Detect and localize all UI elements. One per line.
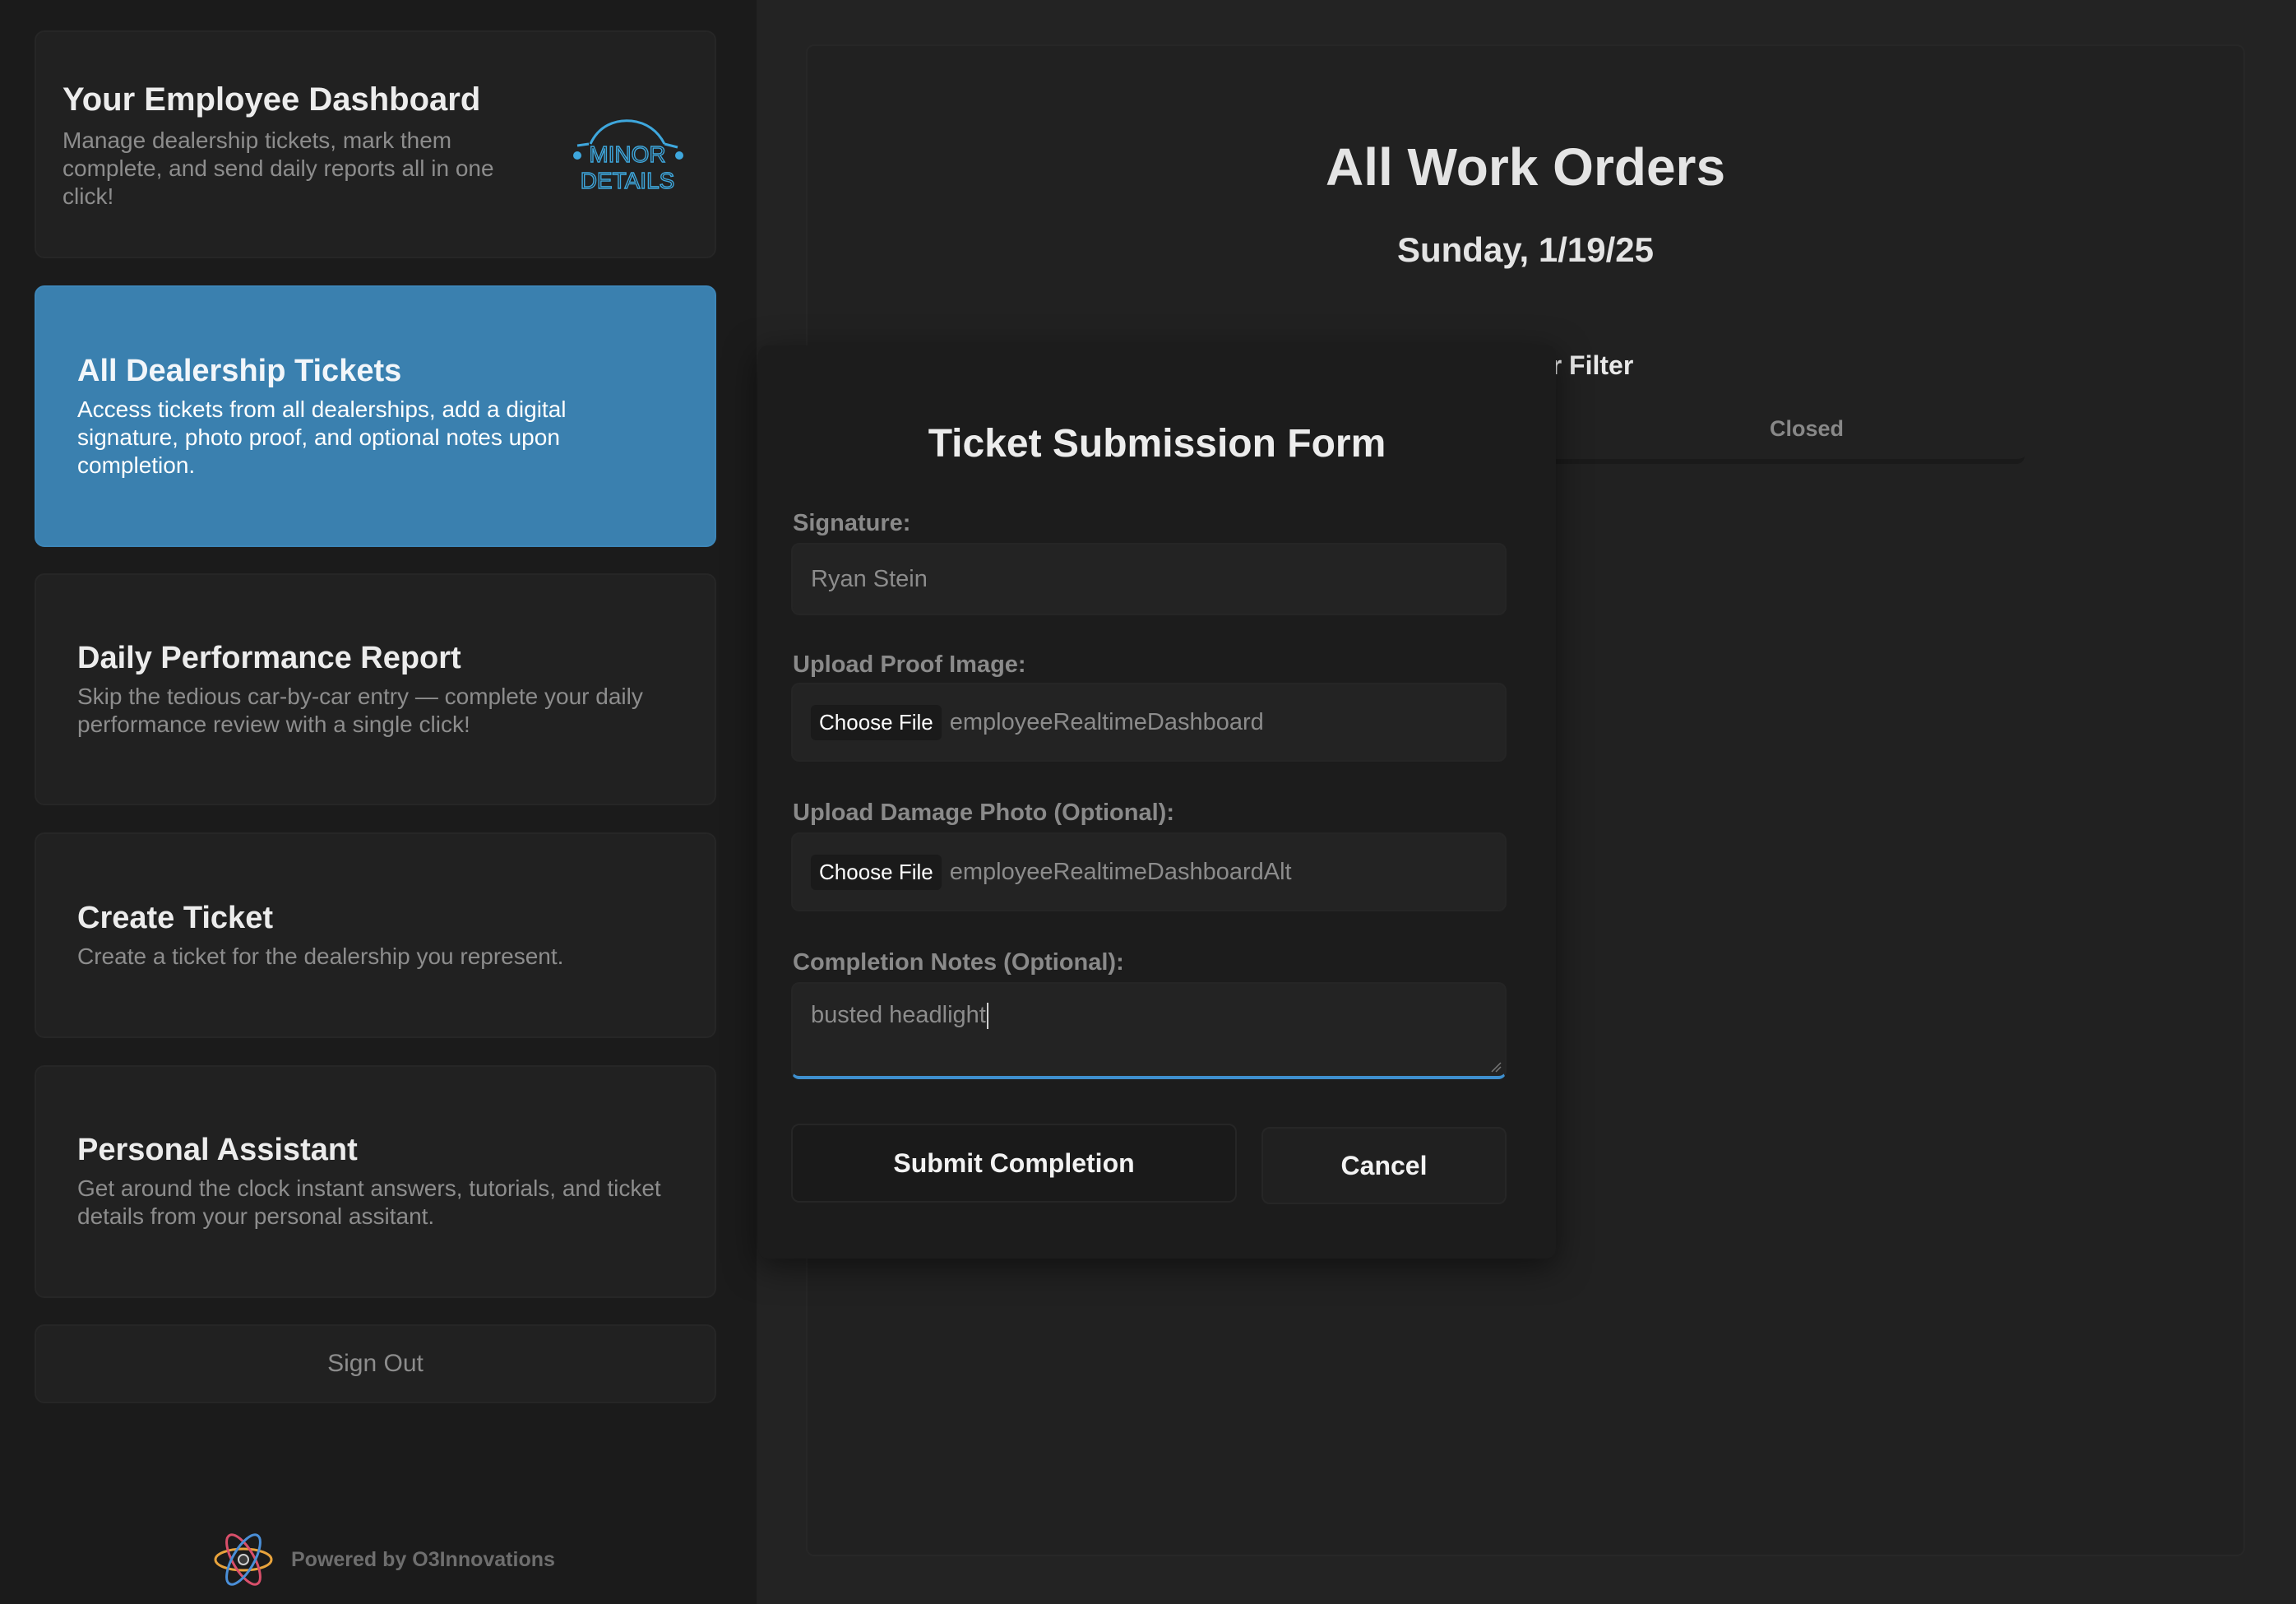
- proof-image-input[interactable]: Choose File employeeRealtimeDashboard: [791, 683, 1507, 762]
- nav-title: Personal Assistant: [77, 1133, 358, 1167]
- completion-notes-textarea[interactable]: busted headlight: [791, 982, 1507, 1079]
- completion-notes-value: busted headlight: [811, 1002, 988, 1030]
- powered-by-text: Powered by O3Innovations: [291, 1547, 555, 1571]
- completion-notes-label: Completion Notes (Optional):: [793, 949, 1124, 976]
- choose-file-button[interactable]: Choose File: [811, 854, 942, 890]
- modal-title: Ticket Submission Form: [928, 422, 1386, 466]
- choose-file-button[interactable]: Choose File: [811, 704, 942, 740]
- nav-description: Get around the clock instant answers, tu…: [77, 1175, 661, 1229]
- logo-line2: DETAILS: [581, 168, 675, 193]
- page-title: All Work Orders: [1325, 137, 1726, 197]
- nav-title: Daily Performance Report: [77, 640, 461, 675]
- nav-title: All Dealership Tickets: [77, 353, 402, 388]
- nav-daily-performance-report[interactable]: Daily Performance Report Skip the tediou…: [35, 573, 716, 805]
- nav-all-dealership-tickets[interactable]: All Dealership Tickets Access tickets fr…: [35, 285, 716, 547]
- nav-personal-assistant[interactable]: Personal Assistant Get around the clock …: [35, 1065, 716, 1298]
- nav-title: Create Ticket: [77, 900, 273, 935]
- proof-image-label: Upload Proof Image:: [793, 651, 1026, 678]
- signature-input[interactable]: Ryan Stein: [791, 543, 1507, 615]
- proof-file-name: employeeRealtimeDashboard: [949, 708, 1264, 735]
- submit-completion-button[interactable]: Submit Completion: [791, 1124, 1237, 1203]
- page-date: Sunday, 1/19/25: [1396, 230, 1655, 269]
- minor-details-logo: MINOR DETAILS: [573, 119, 683, 194]
- signature-label: Signature:: [793, 510, 911, 536]
- damage-photo-input[interactable]: Choose File employeeRealtimeDashboardAlt: [791, 832, 1507, 911]
- resize-grip-icon[interactable]: [1490, 1061, 1502, 1073]
- sidebar: Your Employee Dashboard Manage dealershi…: [0, 0, 757, 1604]
- damage-file-name: employeeRealtimeDashboardAlt: [949, 858, 1292, 885]
- signature-value: Ryan Stein: [811, 565, 928, 592]
- nav-create-ticket[interactable]: Create Ticket Create a ticket for the de…: [35, 832, 716, 1038]
- atom-icon: [214, 1533, 273, 1586]
- nav-description: Skip the tedious car-by-car entry — comp…: [77, 683, 643, 737]
- powered-by-footer: Powered by O3Innovations: [212, 1528, 555, 1591]
- dashboard-description: Manage dealership tickets, mark them com…: [62, 127, 494, 209]
- filter-option-closed[interactable]: Closed: [1770, 416, 1844, 442]
- ticket-submission-modal: Ticket Submission Form Signature: Ryan S…: [758, 345, 1556, 1259]
- dashboard-header-card: Your Employee Dashboard Manage dealershi…: [35, 30, 716, 258]
- logo-line1: MINOR: [589, 141, 665, 167]
- damage-photo-label: Upload Damage Photo (Optional):: [793, 800, 1174, 826]
- nav-description: Access tickets from all dealerships, add…: [77, 396, 567, 478]
- sign-out-button[interactable]: Sign Out: [35, 1324, 716, 1403]
- nav-description: Create a ticket for the dealership you r…: [77, 943, 564, 969]
- cancel-button[interactable]: Cancel: [1261, 1127, 1507, 1204]
